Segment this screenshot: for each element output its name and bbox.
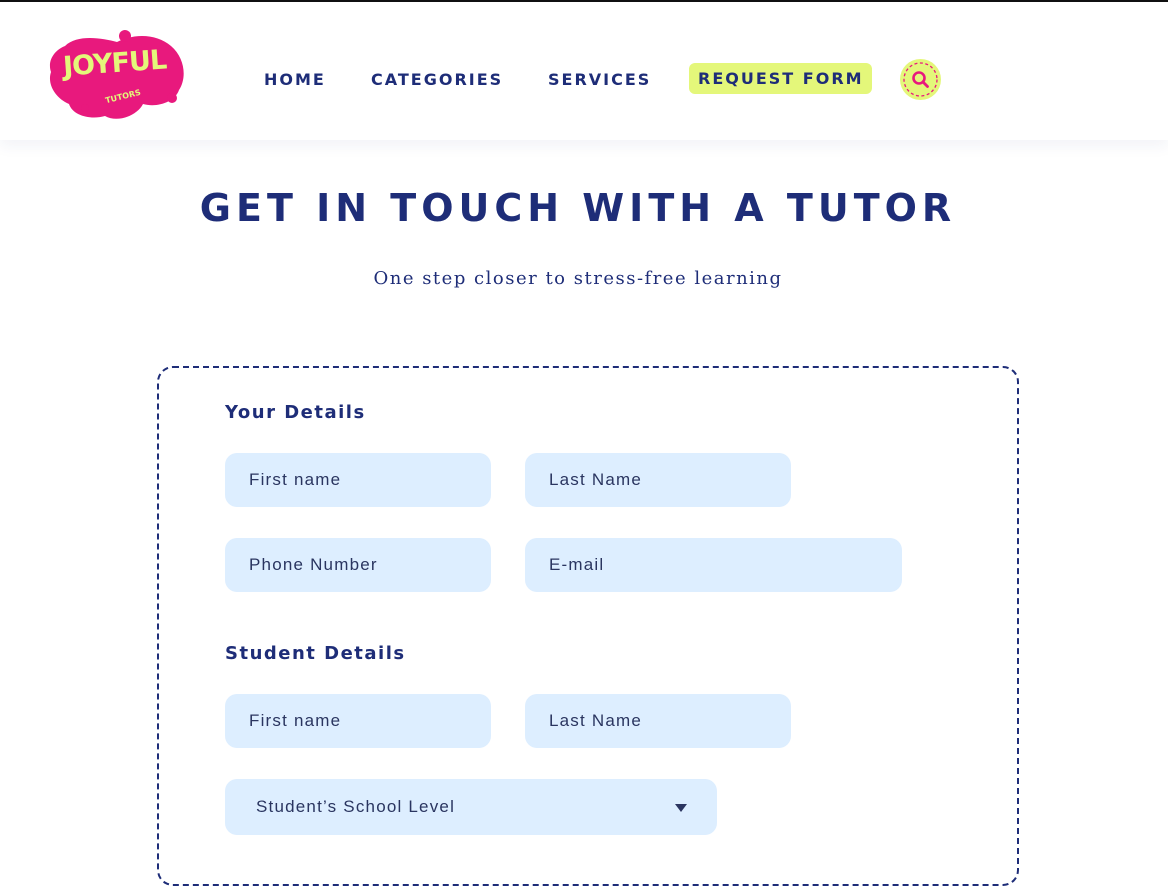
your-last-name-input[interactable] [525, 453, 791, 507]
page-title: GET IN TOUCH WITH A TUTOR [199, 186, 957, 230]
search-icon [903, 62, 938, 97]
student-first-name-input[interactable] [225, 694, 491, 748]
chevron-down-icon [675, 804, 687, 812]
nav-home[interactable]: HOME [264, 70, 326, 89]
email-input[interactable] [525, 538, 902, 592]
nav-categories[interactable]: CATEGORIES [371, 70, 503, 89]
nav-request-form[interactable]: REQUEST FORM [689, 63, 872, 94]
nav-services[interactable]: SERVICES [548, 70, 651, 89]
school-level-value: Student’s School Level [256, 797, 456, 816]
search-button[interactable] [900, 59, 941, 100]
page-subtitle: One step closer to stress-free learning [373, 268, 783, 289]
phone-number-input[interactable] [225, 538, 491, 592]
student-last-name-input[interactable] [525, 694, 791, 748]
your-details-heading: Your Details [225, 402, 366, 423]
school-level-select[interactable]: Student’s School Level [225, 779, 717, 835]
your-first-name-input[interactable] [225, 453, 491, 507]
student-details-heading: Student Details [225, 643, 406, 664]
